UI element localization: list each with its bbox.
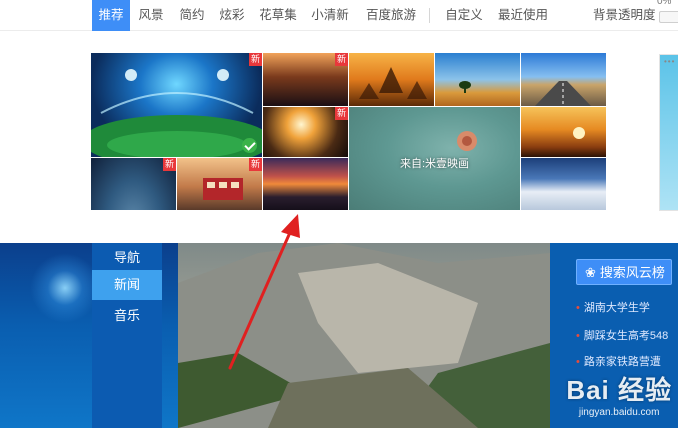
tab-divider [429, 8, 430, 23]
new-badge: 新 [335, 107, 348, 120]
tab-scenery[interactable]: 风景 [133, 0, 169, 31]
opacity-value: 0% [657, 0, 672, 7]
thumb-pagoda-sunset[interactable] [349, 53, 434, 106]
paw-icon: ❀ [585, 265, 596, 280]
search-rank-label: 搜索风云榜 [599, 265, 665, 280]
search-rank-button[interactable]: ❀ 搜索风云榜 [576, 259, 672, 285]
new-badge: 新 [163, 158, 176, 171]
new-badge: 新 [335, 53, 348, 66]
tab-fresh[interactable]: 小清新 [307, 0, 353, 31]
side-nav: 导航 新闻 音乐 [92, 243, 162, 428]
sun-art [573, 127, 585, 139]
watermark-logo: Bai 经验 [566, 375, 672, 405]
skin-thumbnail-panel: 新 新 新 来自:米壹映画 新 新 ••• [0, 31, 678, 243]
pagoda-art [359, 67, 427, 99]
news-item[interactable]: • 脚踩女生高考548 [576, 327, 668, 343]
next-skins-preview[interactable]: ••• [659, 54, 678, 211]
tab-custom[interactable]: 自定义 [441, 0, 487, 31]
opacity-label: 背景透明度 [593, 8, 656, 22]
road-art [535, 81, 591, 106]
nav-item-music[interactable]: 音乐 [92, 301, 162, 331]
tab-recent[interactable]: 最近使用 [494, 0, 552, 31]
thumb-highway[interactable] [521, 53, 606, 106]
bullet-icon: • [576, 356, 580, 368]
new-badge: 新 [249, 53, 262, 66]
thumb-rose-teal[interactable]: 来自:米壹映画 [349, 107, 520, 210]
bullet-icon: • [576, 302, 580, 314]
tab-flowers[interactable]: 花草集 [255, 0, 301, 31]
more-dots-icon: ••• [664, 57, 676, 66]
news-photo-landslide[interactable] [178, 243, 550, 428]
thumb-clouds-sea[interactable] [521, 158, 606, 210]
watermark-url: jingyan.baidu.com [578, 407, 660, 418]
thumb-train[interactable]: 新 [177, 158, 262, 210]
news-item[interactable]: • 湖南大学生学 [576, 299, 650, 315]
tab-baidu-travel[interactable]: 百度旅游 [358, 0, 424, 31]
news-item-text: 脚踩女生高考548 [583, 330, 669, 342]
tab-recommended[interactable]: 推荐 [92, 0, 130, 31]
news-item-text: 湖南大学生学 [583, 302, 650, 314]
nav-item-news[interactable]: 新闻 [92, 270, 162, 300]
thumb-globe-earth[interactable]: 新 [91, 158, 176, 210]
baidu-jingyan-watermark: Bai 经验 jingyan.baidu.com [566, 370, 672, 418]
thumb-sea-sunset[interactable] [263, 158, 348, 210]
thumb-city-night[interactable]: 新 [263, 53, 348, 106]
landslide-art [178, 243, 550, 428]
thumb-concert-lights[interactable]: 新 [263, 107, 348, 157]
news-item[interactable]: • 路亲家铁路营遭 [576, 353, 661, 369]
tree-art [459, 81, 471, 93]
nav-item-navigation[interactable]: 导航 [92, 243, 162, 273]
decorative-glow [30, 253, 100, 323]
thumb-source-caption: 来自:米壹映画 [399, 158, 470, 170]
thumb-desert-tree[interactable] [435, 53, 520, 106]
tab-simple[interactable]: 简约 [174, 0, 210, 31]
opacity-slider[interactable] [659, 11, 678, 23]
skin-category-tabbar: 推荐 风景 简约 炫彩 花草集 小清新 百度旅游 自定义 最近使用 背景透明度 … [0, 0, 678, 31]
news-item-text: 路亲家铁路营遭 [583, 356, 661, 368]
new-badge: 新 [249, 158, 262, 171]
stadium-art [91, 69, 262, 157]
bullet-icon: • [576, 330, 580, 342]
selected-check-icon [242, 138, 257, 153]
tab-colorful[interactable]: 炫彩 [214, 0, 250, 31]
thumb-sunset-pier[interactable] [521, 107, 606, 157]
baidu-homepage-background: 导航 新闻 音乐 ❀ 搜索风云榜 • 湖南大学生学 • 脚踩女生高考548 • 路亲家铁… [0, 243, 678, 428]
thumb-stadium[interactable]: 新 [91, 53, 262, 157]
